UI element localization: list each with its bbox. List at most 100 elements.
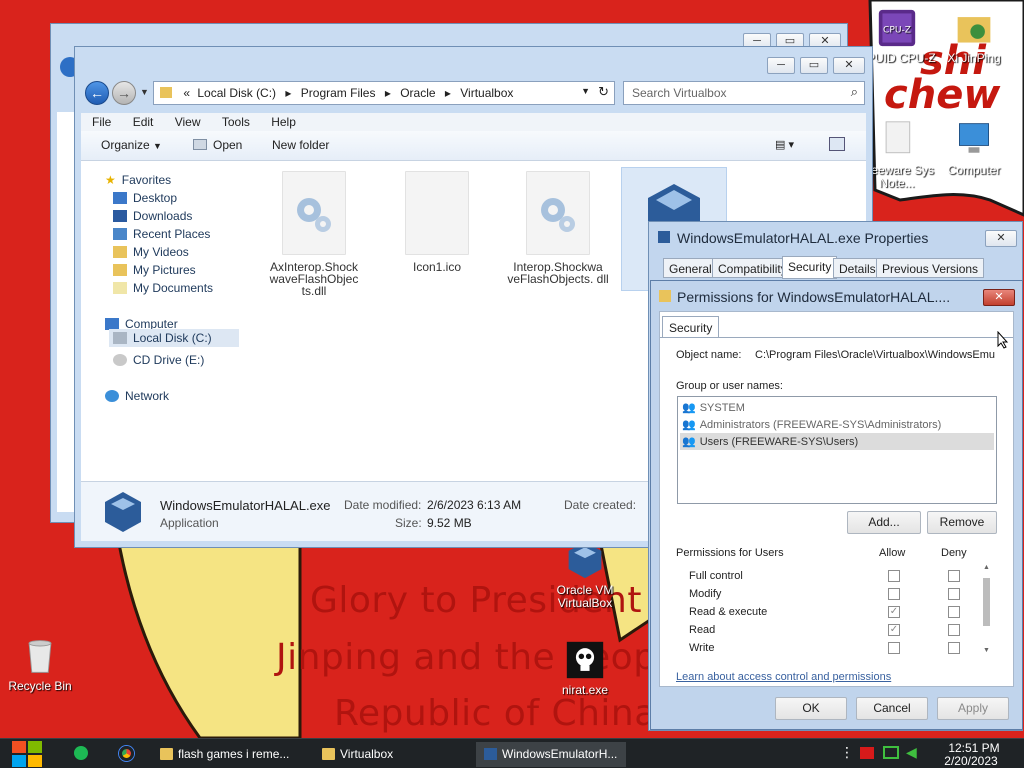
file-item[interactable]: Icon1.ico xyxy=(384,171,490,273)
apply-button[interactable]: Apply xyxy=(937,697,1009,720)
refresh-icon[interactable]: ↻ xyxy=(598,84,609,100)
nav-local-disk[interactable]: Local Disk (C:) xyxy=(109,329,239,347)
breadcrumb-local-disk[interactable]: Local Disk (C:) xyxy=(197,86,276,100)
deny-checkbox[interactable] xyxy=(948,642,960,654)
nav-cd-drive[interactable]: CD Drive (E:) xyxy=(113,353,204,367)
taskbar-item-virtualbox[interactable]: Virtualbox xyxy=(314,742,464,767)
file-item[interactable]: Interop.Shockwa veFlashObjects. dll xyxy=(505,171,611,285)
start-button[interactable] xyxy=(10,739,44,768)
address-dropdown-icon[interactable]: ▼ xyxy=(581,86,590,96)
desktop-icon xyxy=(113,192,127,204)
scroll-down-icon[interactable]: ▼ xyxy=(983,647,990,654)
flag-icon[interactable] xyxy=(860,747,874,759)
permission-scrollbar[interactable]: ▲ ▼ xyxy=(982,564,992,654)
nav-downloads[interactable]: Downloads xyxy=(113,209,192,223)
change-view-icon[interactable]: ▤ ▾ xyxy=(775,138,794,151)
permission-list[interactable]: Full control Modify Read & execute ✓ Read ✓ Wr… xyxy=(677,564,997,654)
tab-details[interactable]: Details xyxy=(833,258,882,278)
nav-my-documents[interactable]: My Documents xyxy=(113,281,213,295)
address-bar[interactable]: « Local Disk (C:) ▸ Program Files ▸ Orac… xyxy=(153,81,615,105)
recent-places-icon xyxy=(113,228,127,240)
close-button[interactable]: ✕ xyxy=(833,57,865,74)
chrome-icon[interactable] xyxy=(119,746,134,761)
scroll-thumb[interactable] xyxy=(983,578,990,626)
clock-time[interactable]: 12:51 PM xyxy=(944,741,1004,755)
user-item-users[interactable]: 👥 Users (FREEWARE-SYS\Users) xyxy=(680,433,994,450)
organize-button[interactable]: Organize ▼ xyxy=(101,138,162,152)
deny-checkbox[interactable] xyxy=(948,606,960,618)
new-folder-button[interactable]: New folder xyxy=(272,138,329,152)
add-button[interactable]: Add... xyxy=(847,511,921,534)
allow-checkbox[interactable] xyxy=(888,570,900,582)
back-button[interactable]: ← xyxy=(85,81,109,105)
preview-pane-icon[interactable] xyxy=(829,137,845,151)
recent-pages-chevron-icon[interactable]: ▼ xyxy=(140,87,149,97)
menu-edit[interactable]: Edit xyxy=(133,115,154,129)
tray-overflow-icon[interactable]: ⋮ xyxy=(840,744,854,761)
cancel-button[interactable]: Cancel xyxy=(856,697,928,720)
computer-icon xyxy=(959,123,989,153)
ok-button[interactable]: OK xyxy=(775,697,847,720)
maximize-button[interactable]: ▭ xyxy=(800,57,828,74)
nav-desktop[interactable]: Desktop xyxy=(113,191,177,205)
deny-checkbox[interactable] xyxy=(948,570,960,582)
open-button[interactable]: Open xyxy=(193,138,242,152)
deny-checkbox[interactable] xyxy=(948,624,960,636)
taskbar-item-windows-emulator[interactable]: WindowsEmulatorH... xyxy=(476,742,626,767)
windows-logo-icon xyxy=(12,741,42,767)
cpuz-icon: CPU-Z xyxy=(878,9,916,47)
breadcrumb-program-files[interactable]: Program Files xyxy=(301,86,376,100)
allow-checkbox[interactable]: ✓ xyxy=(888,606,900,618)
file-item[interactable]: AxInterop.Shock waveFlashObjec ts.dll xyxy=(261,171,367,297)
close-button[interactable]: ✕ xyxy=(983,289,1015,306)
nav-recent-places[interactable]: Recent Places xyxy=(113,227,210,241)
properties-title: WindowsEmulatorHALAL.exe Properties xyxy=(677,230,929,246)
network-icon[interactable] xyxy=(883,746,899,759)
minimize-button[interactable]: ─ xyxy=(767,57,795,74)
access-control-link[interactable]: Learn about access control and permissio… xyxy=(676,671,891,683)
search-input[interactable]: Search Virtualbox xyxy=(632,86,727,100)
tab-general[interactable]: General xyxy=(663,258,718,278)
desktop-icon-nirat[interactable]: nirat.exe xyxy=(545,640,625,697)
search-box[interactable]: Search Virtualbox ⌕ xyxy=(623,81,865,105)
breadcrumb-oracle[interactable]: Oracle xyxy=(400,86,435,100)
file-name: Interop.Shockwa veFlashObjects. dll xyxy=(507,260,609,286)
menu-view[interactable]: View xyxy=(175,115,201,129)
scroll-up-icon[interactable]: ▲ xyxy=(983,564,990,571)
svg-text:CPU-Z: CPU-Z xyxy=(883,26,911,36)
tab-security[interactable]: Security xyxy=(662,316,720,338)
user-list[interactable]: 👥 SYSTEM 👥 Administrators (FREEWARE-SYS\Ad… xyxy=(677,396,997,504)
tab-security[interactable]: Security xyxy=(782,256,838,279)
nav-my-videos[interactable]: My Videos xyxy=(113,245,189,259)
permission-name: Write xyxy=(689,642,715,654)
menu-help[interactable]: Help xyxy=(271,115,296,129)
user-item-system[interactable]: 👥 SYSTEM xyxy=(682,401,745,415)
desktop-icon-computer[interactable]: Computer xyxy=(934,120,1014,177)
nav-network[interactable]: Network xyxy=(105,389,169,403)
desktop-icon-xi-jinping[interactable]: Xi JinPing xyxy=(934,8,1014,65)
clock-date[interactable]: 2/20/2023 xyxy=(938,754,1004,768)
desktop-icon-recycle-bin[interactable]: Recycle Bin xyxy=(0,636,80,693)
remove-button[interactable]: Remove xyxy=(927,511,997,534)
folder-icon xyxy=(160,87,172,98)
allow-checkbox[interactable] xyxy=(888,588,900,600)
nav-favorites[interactable]: ★ Favorites xyxy=(105,173,171,187)
breadcrumb-virtualbox[interactable]: Virtualbox xyxy=(460,86,513,100)
allow-checkbox[interactable]: ✓ xyxy=(888,624,900,636)
spotify-icon[interactable] xyxy=(74,746,88,760)
tab-compatibility[interactable]: Compatibility xyxy=(712,258,793,278)
menu-file[interactable]: File xyxy=(92,115,111,129)
tab-previous-versions[interactable]: Previous Versions xyxy=(876,258,985,278)
allow-checkbox[interactable] xyxy=(888,642,900,654)
volume-icon[interactable]: ◀ xyxy=(906,744,917,761)
nav-my-pictures[interactable]: My Pictures xyxy=(113,263,196,277)
desktop-icon-virtualbox[interactable]: Oracle VM VirtualBox xyxy=(545,540,625,610)
taskbar-item-flash-games[interactable]: flash games i reme... xyxy=(152,742,302,767)
user-item-administrators[interactable]: 👥 Administrators (FREEWARE-SYS\Administra… xyxy=(682,418,941,432)
forward-button[interactable]: → xyxy=(112,81,136,105)
deny-checkbox[interactable] xyxy=(948,588,960,600)
permissions-dialog[interactable]: Permissions for WindowsEmulatorHALAL....… xyxy=(650,280,1023,730)
menu-tools[interactable]: Tools xyxy=(222,115,250,129)
breadcrumb-overflow[interactable]: « xyxy=(183,86,190,100)
close-button[interactable]: ✕ xyxy=(985,230,1017,247)
